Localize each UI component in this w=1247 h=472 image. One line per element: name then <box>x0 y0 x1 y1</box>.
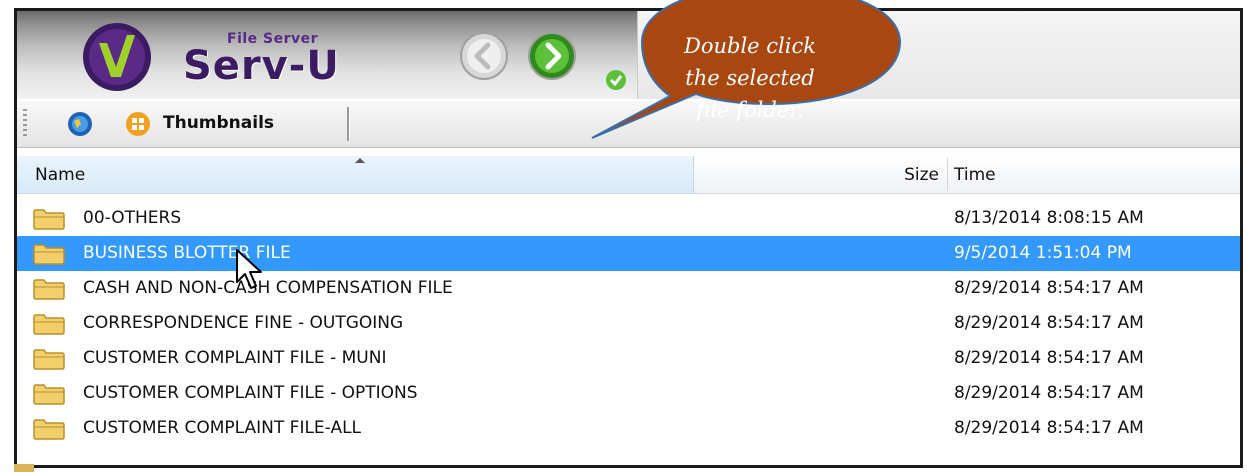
toolbar-separator <box>347 107 350 141</box>
file-time: 8/29/2014 8:54:17 AM <box>954 313 1144 333</box>
folder-icon <box>33 244 65 265</box>
folder-icon <box>33 314 65 335</box>
file-time: 8/29/2014 8:54:17 AM <box>954 348 1144 368</box>
list-item[interactable]: CUSTOMER COMPLAINT FILE - MUNI 8/29/2014… <box>17 341 1240 376</box>
file-time: 8/29/2014 8:54:17 AM <box>954 278 1144 298</box>
column-time-header[interactable]: Time <box>954 165 996 185</box>
column-name-header[interactable]: Name <box>17 156 694 193</box>
file-name: CUSTOMER COMPLAINT FILE-ALL <box>83 418 362 438</box>
callout-line-2: the selected <box>685 66 815 90</box>
globe-icon[interactable] <box>67 111 93 137</box>
file-time: 8/29/2014 8:54:17 AM <box>954 418 1144 438</box>
serv-u-logo-icon <box>83 23 151 91</box>
file-list: 00-OTHERS 8/13/2014 8:08:15 AM BUSINESS … <box>17 201 1240 446</box>
list-item[interactable]: CASH AND NON-CASH COMPENSATION FILE 8/29… <box>17 271 1240 306</box>
file-name: CASH AND NON-CASH COMPENSATION FILE <box>83 278 453 298</box>
folder-icon <box>33 384 65 405</box>
file-time: 8/29/2014 8:54:17 AM <box>954 383 1144 403</box>
brand-name: Serv-U <box>183 43 340 89</box>
thumbnails-button[interactable]: Thumbnails <box>163 113 274 133</box>
toolbar-grip[interactable] <box>23 109 27 139</box>
column-name-label: Name <box>35 165 86 185</box>
file-name: CORRESPONDENCE FINE - OUTGOING <box>83 313 404 333</box>
thumbnails-icon[interactable] <box>125 111 151 137</box>
file-name: 00-OTHERS <box>83 208 182 228</box>
callout-text: Double click the selected file folder. <box>660 30 840 126</box>
list-item[interactable]: CORRESPONDENCE FINE - OUTGOING 8/29/2014… <box>17 306 1240 341</box>
list-item[interactable]: 00-OTHERS 8/13/2014 8:08:15 AM <box>17 201 1240 236</box>
file-time: 8/13/2014 8:08:15 AM <box>954 208 1144 228</box>
forward-arrow-icon[interactable] <box>527 31 577 81</box>
file-name: CUSTOMER COMPLAINT FILE - MUNI <box>83 348 387 368</box>
column-header: Name Size Time <box>17 156 1240 194</box>
callout-line-1: Double click <box>684 34 816 58</box>
list-item[interactable]: CUSTOMER COMPLAINT FILE - OPTIONS 8/29/2… <box>17 376 1240 411</box>
list-item[interactable]: CUSTOMER COMPLAINT FILE-ALL 8/29/2014 8:… <box>17 411 1240 446</box>
list-item-selected[interactable]: BUSINESS BLOTTER FILE 9/5/2014 1:51:04 P… <box>17 236 1240 271</box>
sort-ascending-icon <box>355 158 365 163</box>
file-name: CUSTOMER COMPLAINT FILE - OPTIONS <box>83 383 418 403</box>
folder-icon <box>33 209 65 230</box>
partial-folder-edge <box>14 464 34 472</box>
mouse-cursor-icon <box>236 249 262 289</box>
folder-icon <box>33 279 65 300</box>
file-time: 9/5/2014 1:51:04 PM <box>954 243 1132 263</box>
back-arrow-icon[interactable] <box>459 31 509 81</box>
column-size-header[interactable]: Size <box>701 165 939 185</box>
callout-line-3: file folder. <box>696 98 804 122</box>
folder-icon <box>33 419 65 440</box>
folder-icon <box>33 349 65 370</box>
column-divider[interactable] <box>947 158 948 191</box>
